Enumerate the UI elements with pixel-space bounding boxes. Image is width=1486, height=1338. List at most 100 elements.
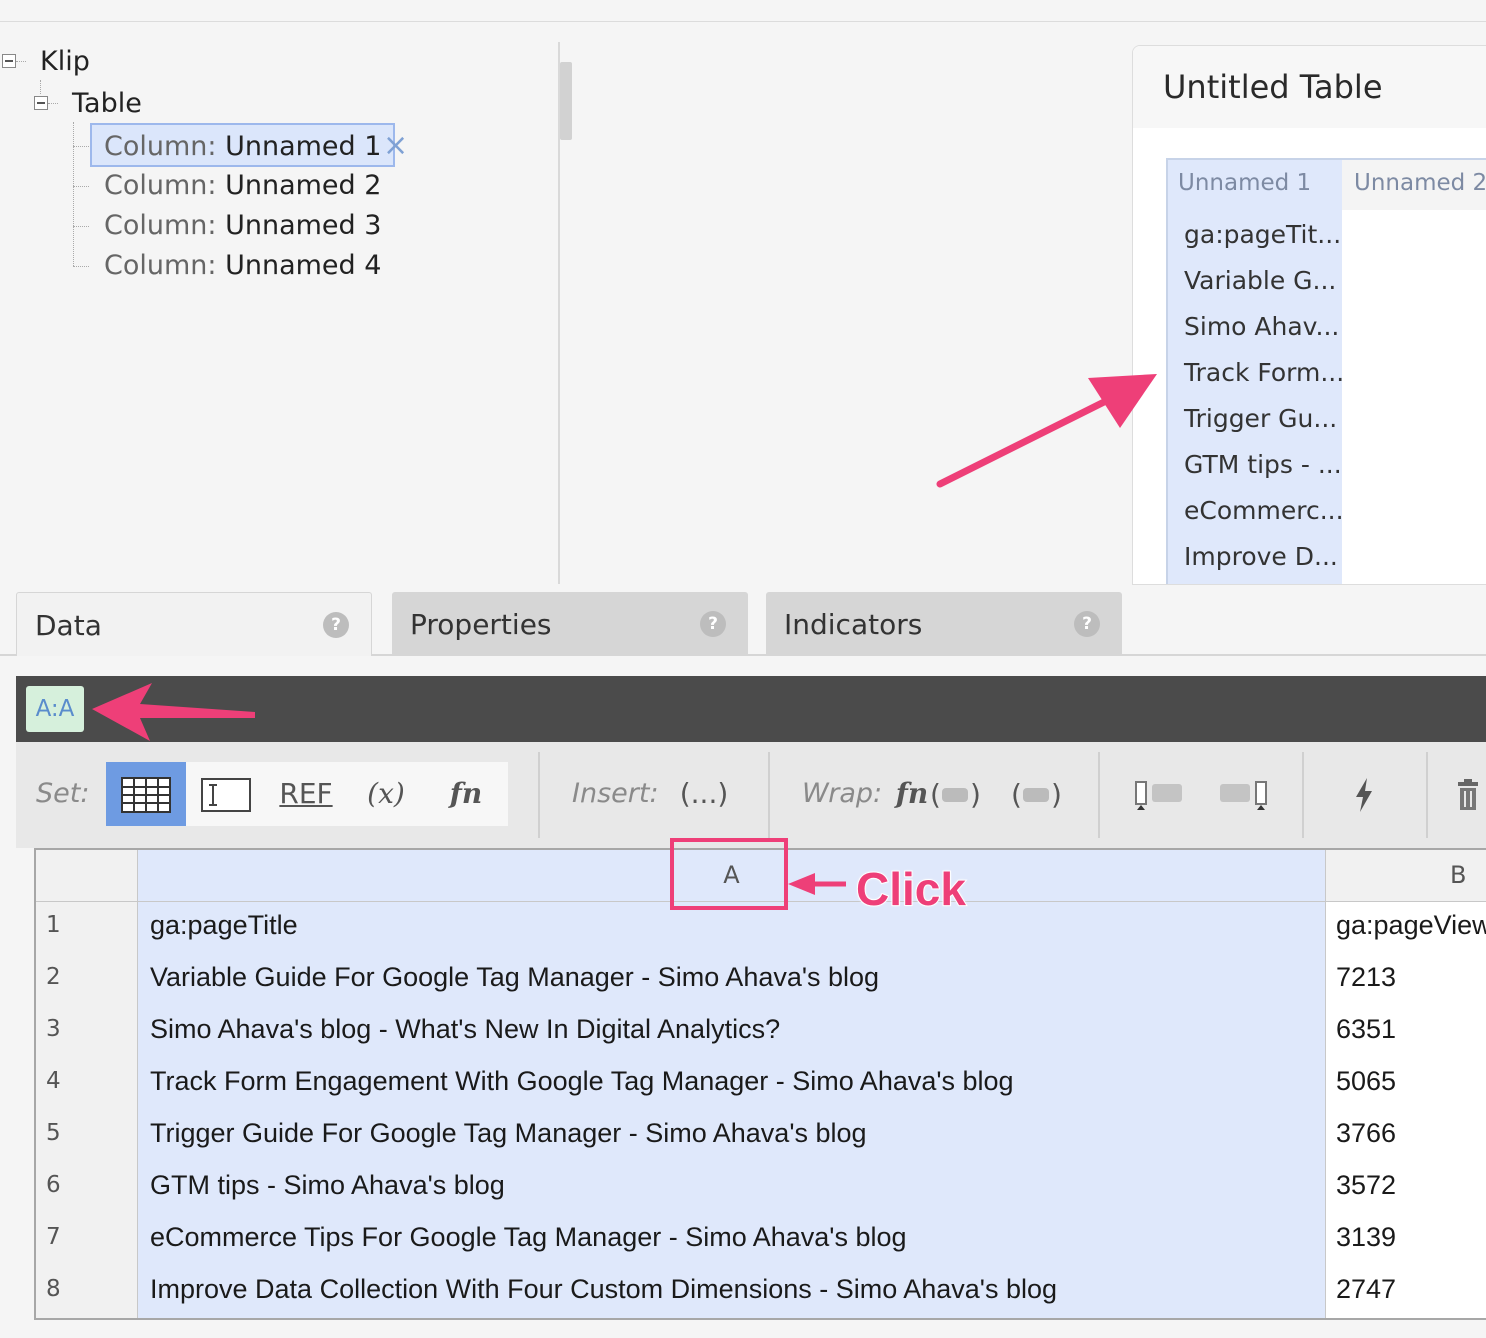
row-number[interactable]: 8 bbox=[36, 1266, 138, 1318]
help-icon[interactable]: ? bbox=[1074, 611, 1100, 637]
tab-label: Data bbox=[35, 609, 102, 642]
column-prefix: Column: bbox=[104, 170, 217, 201]
table-row: 5 Trigger Guide For Google Tag Manager - … bbox=[36, 1110, 1486, 1162]
preview-header-2[interactable]: Unnamed 2 bbox=[1354, 170, 1486, 196]
row-number[interactable]: 1 bbox=[36, 902, 138, 954]
row-number[interactable]: 6 bbox=[36, 1162, 138, 1214]
cell-b[interactable]: 3572 bbox=[1326, 1162, 1486, 1214]
table-row: 2 Variable Guide For Google Tag Manager -… bbox=[36, 954, 1486, 1006]
tree-connector bbox=[73, 122, 74, 266]
toolbar-divider bbox=[1302, 752, 1304, 838]
toolbar-divider bbox=[538, 752, 540, 838]
wrap-fn-label: fn bbox=[895, 777, 929, 810]
preview-cell: Track Form... bbox=[1184, 358, 1345, 387]
cell-b[interactable]: 3139 bbox=[1326, 1214, 1486, 1266]
lightning-icon[interactable] bbox=[1324, 762, 1404, 826]
preview-title: Untitled Table bbox=[1163, 68, 1383, 106]
cell-b[interactable]: 2747 bbox=[1326, 1266, 1486, 1318]
cell-b[interactable]: 5065 bbox=[1326, 1058, 1486, 1110]
table-row: 6 GTM tips - Simo Ahava's blog 3572 bbox=[36, 1162, 1486, 1214]
component-tree: Klip Table Column: Unnamed 1 × Column: U… bbox=[0, 40, 540, 290]
cell-a[interactable]: Improve Data Collection With Four Custom… bbox=[138, 1266, 1326, 1318]
tree-node-klip[interactable]: Klip bbox=[40, 46, 90, 77]
preview-cell: ga:pageTit... bbox=[1184, 220, 1342, 249]
collapse-icon[interactable] bbox=[34, 96, 48, 110]
table-row: 7 eCommerce Tips For Google Tag Manager -… bbox=[36, 1214, 1486, 1266]
preview-header-1[interactable]: Unnamed 1 bbox=[1178, 170, 1311, 196]
toolbar-divider bbox=[1426, 752, 1428, 838]
set-label: Set: bbox=[36, 778, 90, 809]
svg-text:): ) bbox=[1051, 780, 1062, 810]
wrap-function-button[interactable]: fn() bbox=[892, 762, 988, 826]
klip-preview: Untitled Table Unnamed 1 Unnamed 2 ga:pa… bbox=[1132, 45, 1486, 585]
function-button[interactable]: fn bbox=[426, 762, 506, 826]
row-number[interactable]: 2 bbox=[36, 954, 138, 1006]
help-icon[interactable]: ? bbox=[323, 612, 349, 638]
cell-a[interactable]: Variable Guide For Google Tag Manager - … bbox=[138, 954, 1326, 1006]
tree-node-column-2[interactable]: Column: Unnamed 2 bbox=[92, 164, 393, 208]
text-input-icon[interactable] bbox=[186, 762, 266, 826]
row-number[interactable]: 7 bbox=[36, 1214, 138, 1266]
formula-toolbar: Set: REF (x) fn Insert: (...) Wrap: fn()… bbox=[16, 742, 1486, 848]
wrap-label: Wrap: bbox=[802, 778, 883, 809]
tab-label: Properties bbox=[410, 608, 552, 641]
column-header-b[interactable]: B bbox=[1326, 850, 1486, 902]
cell-a[interactable]: eCommerce Tips For Google Tag Manager - … bbox=[138, 1214, 1326, 1266]
help-icon[interactable]: ? bbox=[700, 611, 726, 637]
scrollbar[interactable] bbox=[560, 62, 572, 140]
preview-cell: Trigger Gu... bbox=[1184, 404, 1338, 433]
grid-icon[interactable] bbox=[106, 762, 186, 826]
tree-connector bbox=[73, 266, 89, 267]
cell-b[interactable]: 7213 bbox=[1326, 954, 1486, 1006]
top-bar bbox=[0, 0, 1486, 22]
cell-a[interactable]: Track Form Engagement With Google Tag Ma… bbox=[138, 1058, 1326, 1110]
ref-button[interactable]: REF bbox=[266, 762, 346, 826]
tree-node-column-3[interactable]: Column: Unnamed 3 bbox=[92, 204, 393, 248]
cell-a[interactable]: Trigger Guide For Google Tag Manager - S… bbox=[138, 1110, 1326, 1162]
cell-a[interactable]: Simo Ahava's blog - What's New In Digita… bbox=[138, 1006, 1326, 1058]
preview-cell: Simo Ahav... bbox=[1184, 312, 1340, 341]
svg-text:(: ( bbox=[1011, 780, 1022, 810]
tab-indicators[interactable]: Indicators ? bbox=[766, 592, 1122, 656]
grid-corner[interactable] bbox=[36, 850, 138, 902]
tree-connector bbox=[48, 103, 58, 104]
data-grid: A B 1ga:pageTitlega:pageViews2Variable G… bbox=[34, 848, 1486, 1320]
row-number[interactable]: 4 bbox=[36, 1058, 138, 1110]
column-prefix: Column: bbox=[104, 210, 217, 241]
insert-before-icon[interactable] bbox=[1120, 762, 1200, 826]
variable-button[interactable]: (x) bbox=[346, 762, 426, 826]
column-name: Unnamed 3 bbox=[225, 210, 382, 241]
trash-icon[interactable] bbox=[1448, 762, 1486, 826]
tab-properties[interactable]: Properties ? bbox=[392, 592, 748, 656]
column-prefix: Column: bbox=[104, 250, 217, 281]
insert-after-icon[interactable] bbox=[1202, 762, 1282, 826]
insert-label: Insert: bbox=[572, 778, 659, 809]
column-prefix: Column: bbox=[104, 131, 217, 162]
tree-node-column-4[interactable]: Column: Unnamed 4 bbox=[92, 244, 393, 288]
row-number[interactable]: 3 bbox=[36, 1006, 138, 1058]
tab-label: Indicators bbox=[784, 608, 923, 641]
cell-b[interactable]: 3766 bbox=[1326, 1110, 1486, 1162]
tree-connector bbox=[73, 186, 89, 187]
cell-b[interactable]: 6351 bbox=[1326, 1006, 1486, 1058]
collapse-icon[interactable] bbox=[2, 54, 16, 68]
wrap-parentheses-button[interactable]: () bbox=[1002, 762, 1072, 826]
tree-connector bbox=[73, 226, 89, 227]
insert-parentheses-button[interactable]: (...) bbox=[664, 762, 744, 826]
tree-node-column-1[interactable]: Column: Unnamed 1 bbox=[90, 123, 396, 167]
table-row: 8 Improve Data Collection With Four Custo… bbox=[36, 1266, 1486, 1318]
tree-node-table[interactable]: Table bbox=[72, 88, 142, 119]
remove-icon[interactable]: × bbox=[383, 128, 408, 163]
cell-b[interactable]: ga:pageViews bbox=[1326, 902, 1486, 954]
selection-chip[interactable]: A:A bbox=[26, 686, 84, 732]
tree-connector bbox=[16, 61, 26, 62]
row-number[interactable]: 5 bbox=[36, 1110, 138, 1162]
column-name: Unnamed 2 bbox=[225, 170, 382, 201]
tab-data[interactable]: Data ? bbox=[16, 592, 372, 656]
svg-text:): ) bbox=[970, 780, 981, 810]
table-row: 3 Simo Ahava's blog - What's New In Digit… bbox=[36, 1006, 1486, 1058]
toolbar-divider bbox=[1098, 752, 1100, 838]
cell-a[interactable]: GTM tips - Simo Ahava's blog bbox=[138, 1162, 1326, 1214]
click-annotation: Click bbox=[855, 862, 967, 916]
wrap-fn-icon: () bbox=[930, 778, 981, 811]
